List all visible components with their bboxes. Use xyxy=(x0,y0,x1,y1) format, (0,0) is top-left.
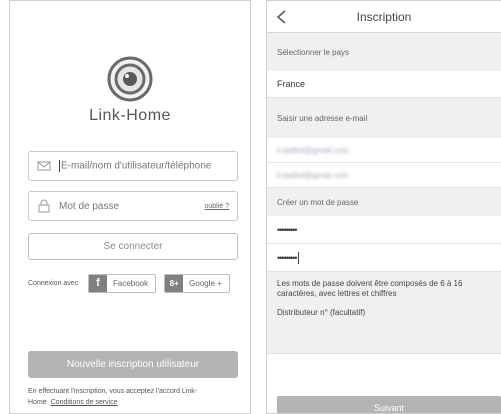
lock-icon xyxy=(38,199,50,213)
logo-block: Link-Home xyxy=(10,56,250,125)
country-select[interactable]: France xyxy=(267,71,501,98)
terms-notice: En effectuant l'inscription, vous accept… xyxy=(28,386,250,408)
camera-lens-icon xyxy=(107,56,153,102)
password-input[interactable]: ••••••••• xyxy=(267,216,501,244)
email-input[interactable]: k.baillot@gmail.com xyxy=(267,138,501,163)
email-confirm-value: k.baillot@gmail.com xyxy=(277,170,349,180)
text-caret xyxy=(298,251,300,264)
password-placeholder: Mot de passe xyxy=(59,200,120,212)
google-plus-icon: 8+ xyxy=(165,274,184,292)
password-confirm-input[interactable]: ••••••••• xyxy=(267,244,501,272)
spacer xyxy=(267,354,501,368)
google-button[interactable]: 8+ Google + xyxy=(164,273,230,293)
terms-link[interactable]: Conditions de service xyxy=(51,399,118,406)
registration-screen: Inscription Sélectionner le pays France … xyxy=(266,0,501,414)
password-hint: Les mots de passe doivent être composés … xyxy=(267,272,501,304)
facebook-icon: f xyxy=(89,274,107,292)
facebook-button[interactable]: f Facebook xyxy=(88,273,157,293)
next-button[interactable]: Suivant xyxy=(277,396,501,413)
login-screen: Link-Home E-mail/nom d'utilisateur/télép… xyxy=(9,0,251,414)
forgot-password-link[interactable]: oublié ? xyxy=(204,203,229,210)
password-field[interactable]: Mot de passe oublié ? xyxy=(28,191,238,221)
password-label: Créer un mot de passe xyxy=(267,188,501,216)
email-placeholder: E-mail/nom d'utilisateur/téléphone xyxy=(59,160,212,172)
connect-with-label: Connexion avec xyxy=(28,279,79,287)
distributor-label: Distributeur n° (facultatif) xyxy=(277,308,366,317)
login-button[interactable]: Se connecter xyxy=(28,233,238,260)
country-label: Sélectionner le pays xyxy=(267,33,501,71)
social-login-row: Connexion avec f Facebook 8+ Google + xyxy=(28,272,243,294)
email-confirm-input[interactable]: k.baillot@gmail.com xyxy=(267,163,501,188)
top-bar: Inscription xyxy=(267,1,501,33)
distributor-input[interactable]: Distributeur n° (facultatif) xyxy=(267,304,501,354)
email-label: Saisir une adresse e-mail xyxy=(267,98,501,138)
password-confirm-value: ••••••••• xyxy=(277,252,297,263)
page-title: Inscription xyxy=(356,9,412,24)
chevron-left-icon[interactable] xyxy=(275,9,289,25)
register-button[interactable]: Nouvelle inscription utilisateur xyxy=(28,351,238,378)
password-value: ••••••••• xyxy=(277,224,297,235)
text-caret xyxy=(59,160,60,172)
facebook-label: Facebook xyxy=(113,278,149,288)
email-field[interactable]: E-mail/nom d'utilisateur/téléphone xyxy=(28,151,238,181)
email-value: k.baillot@gmail.com xyxy=(277,145,349,155)
envelope-icon xyxy=(37,161,51,171)
brand-name: Link-Home xyxy=(89,107,171,124)
spacer xyxy=(267,368,501,396)
google-label: Google + xyxy=(189,278,222,288)
